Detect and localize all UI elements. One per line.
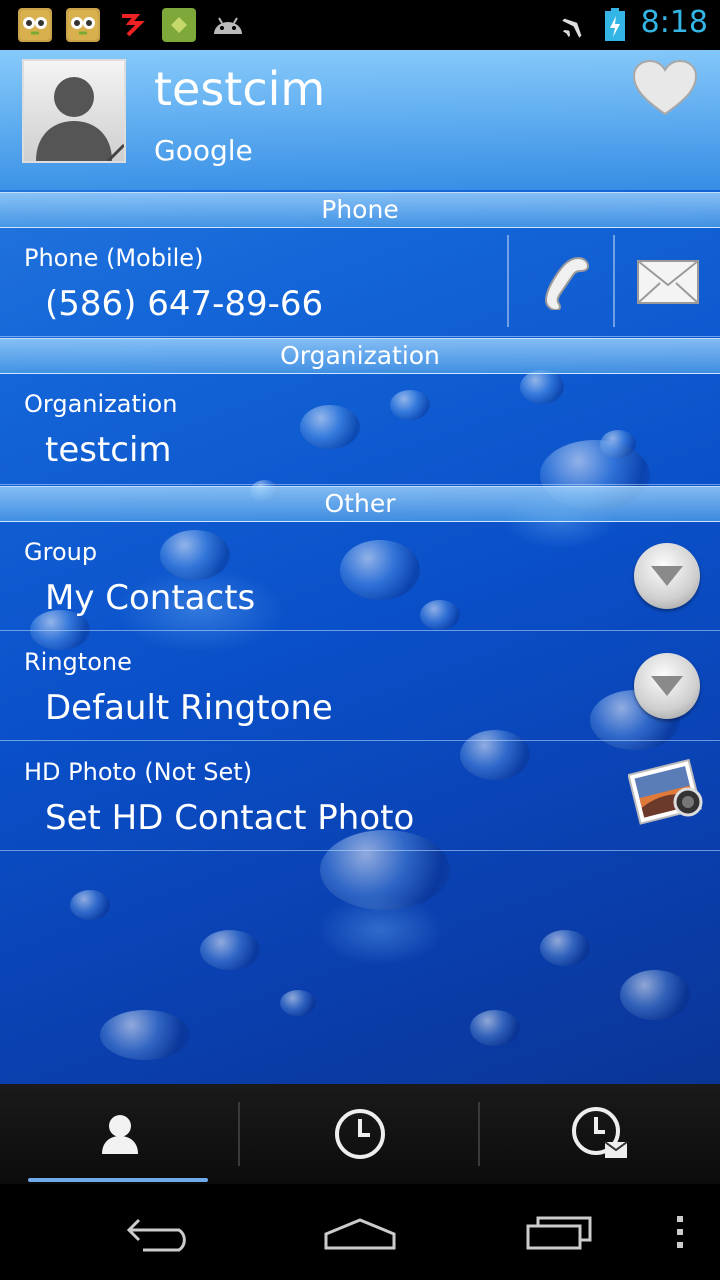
contact-account: Google (154, 134, 253, 167)
section-header-organization: Organization (0, 338, 720, 374)
section-header-other: Other (0, 486, 720, 522)
organization-row[interactable]: Organization testcim (0, 374, 720, 485)
recent-apps-icon (526, 1216, 592, 1250)
chevron-down-icon[interactable] (634, 543, 700, 609)
ringtone-value: Default Ringtone (45, 688, 333, 728)
phone-number: (586) 647-89-66 (45, 284, 324, 324)
divider (613, 235, 615, 327)
tab-contact[interactable] (0, 1084, 240, 1184)
section-title: Organization (280, 341, 440, 370)
call-button[interactable] (510, 228, 614, 336)
green-app-icon (162, 8, 196, 42)
clock-icon (335, 1109, 385, 1159)
message-button[interactable] (616, 228, 720, 336)
envelope-icon (637, 260, 699, 304)
section-title: Phone (321, 195, 399, 224)
red-app-icon (114, 8, 148, 42)
organization-label: Organization (24, 390, 178, 418)
hd-photo-label: HD Photo (Not Set) (24, 758, 253, 786)
owl-app-icon (66, 8, 100, 42)
ringtone-label: Ringtone (24, 648, 132, 676)
group-value: My Contacts (45, 578, 256, 618)
heart-icon[interactable] (632, 59, 698, 116)
back-button[interactable] (110, 1202, 210, 1262)
back-icon (126, 1218, 186, 1252)
contact-avatar[interactable] (22, 59, 126, 163)
selected-tab-indicator (28, 1178, 208, 1182)
clock-message-icon (572, 1107, 628, 1158)
battery-charging-icon (604, 8, 626, 42)
status-bar: 8:18 (0, 0, 720, 50)
overflow-menu-icon (677, 1216, 683, 1248)
overflow-menu-button[interactable] (660, 1202, 700, 1262)
group-row[interactable]: Group My Contacts (0, 522, 720, 631)
tab-recent-messages[interactable] (480, 1084, 720, 1184)
section-title: Other (324, 489, 396, 518)
navigation-bar (0, 1184, 720, 1280)
organization-value: testcim (45, 430, 172, 470)
contact-name: testcim (154, 62, 326, 116)
chevron-down-icon[interactable] (634, 653, 700, 719)
recent-apps-button[interactable] (510, 1202, 610, 1262)
owl-app-icon (18, 8, 52, 42)
ringtone-row[interactable]: Ringtone Default Ringtone (0, 632, 720, 741)
phone-label: Phone (Mobile) (24, 244, 204, 272)
divider (507, 235, 509, 327)
phone-handset-icon (544, 256, 590, 310)
android-debug-icon (210, 8, 244, 42)
contact-person-icon (102, 1115, 138, 1154)
hd-photo-row[interactable]: HD Photo (Not Set) Set HD Contact Photo (0, 742, 720, 851)
home-icon (324, 1218, 396, 1250)
clock-time: 8:18 (640, 5, 708, 40)
hd-photo-value: Set HD Contact Photo (45, 798, 415, 838)
home-button[interactable] (310, 1202, 410, 1262)
tab-recent-calls[interactable] (240, 1084, 480, 1184)
group-label: Group (24, 538, 98, 566)
bottom-tab-bar (0, 1084, 720, 1184)
photo-camera-icon[interactable] (627, 756, 708, 830)
section-header-phone: Phone (0, 192, 720, 228)
airplane-mode-icon (560, 10, 590, 40)
